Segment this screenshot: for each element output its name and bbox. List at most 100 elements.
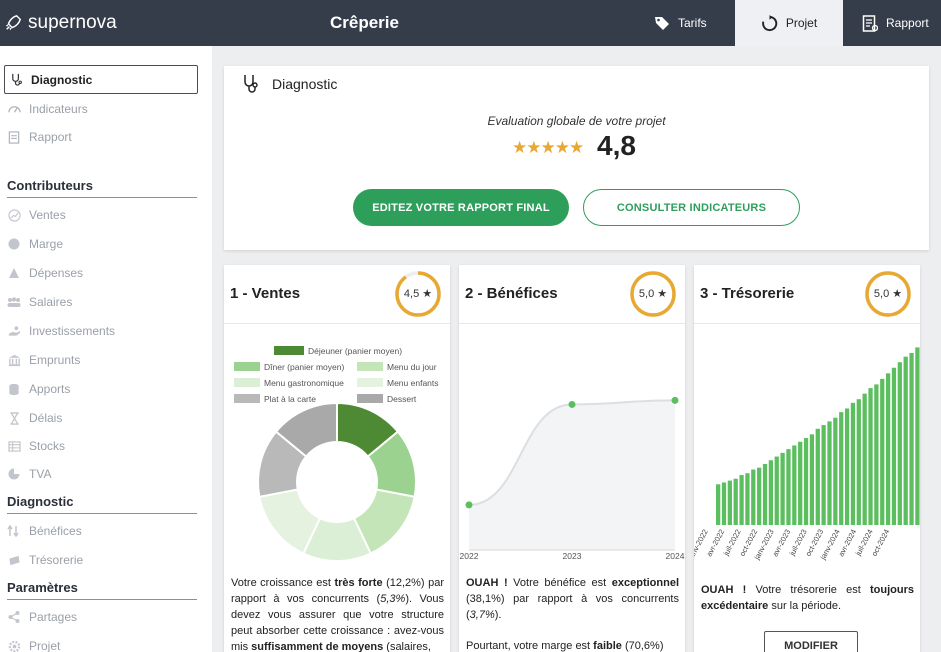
sidebar-item-projet[interactable]: Projet <box>7 636 60 652</box>
sidebar-item-label: Ventes <box>29 208 66 222</box>
sidebar-item-label: Projet <box>29 639 61 652</box>
tresorerie-card-header: 3 - Trésorerie 5,0 ★ <box>694 265 920 324</box>
share-icon <box>7 610 21 624</box>
rocket-icon <box>5 15 21 31</box>
rich-text: Votre croissance est très forte (12,2%) … <box>231 577 444 652</box>
sidebar-item-indicateurs[interactable]: Indicateurs <box>7 99 88 119</box>
sidebar-item-diagnostic[interactable]: Diagnostic <box>4 65 198 94</box>
legend-swatch <box>274 346 304 355</box>
benefices-card-header: 2 - Bénéfices 5,0 ★ <box>459 265 685 324</box>
legend-swatch <box>234 362 260 371</box>
sidebar-item-partages[interactable]: Partages <box>7 607 77 627</box>
sidebar-item-rapport[interactable]: Rapport <box>7 127 72 147</box>
x-tick-label: janv-2022 <box>694 528 710 562</box>
bar <box>721 482 727 525</box>
sidebar-item-label: Indicateurs <box>29 102 88 116</box>
sidebar-item-marge[interactable]: Marge <box>7 234 63 254</box>
sidebar-item-investissements[interactable]: Investissements <box>7 321 115 341</box>
stethoscope-icon <box>9 73 23 87</box>
tresorerie-analysis-text: OUAH ! Votre trésorerie est toujours exc… <box>701 582 914 614</box>
ventes-card-header: 1 - Ventes 4,5 ★ <box>224 265 450 324</box>
sidebar-item-label: Rapport <box>29 130 72 144</box>
brand-logo[interactable]: supernova <box>0 8 117 38</box>
sidebar-item-ventes[interactable]: Ventes <box>7 205 66 225</box>
text-run: sur la période. <box>768 600 842 612</box>
section-title-contributeurs: Contributeurs <box>7 178 197 198</box>
sidebar-item-stocks[interactable]: Stocks <box>7 436 65 456</box>
tag-icon <box>655 17 669 30</box>
text-run: (salaires, <box>383 641 431 652</box>
benefices-card: 2 - Bénéfices 5,0 ★ 2022 2023 2024 OUAH ! … <box>459 265 685 652</box>
sidebar-item-depenses[interactable]: Dépenses <box>7 263 83 283</box>
sidebar-item-emprunts[interactable]: Emprunts <box>7 350 80 370</box>
emphasis-text: faible <box>593 640 622 652</box>
cash-bar-chart: janv-2022avr-2022juil-2022oct-2022janv-2… <box>694 347 920 562</box>
pie-icon <box>7 467 21 481</box>
view-indicators-button[interactable]: CONSULTER INDICATEURS <box>583 189 800 226</box>
legend-label: Dessert <box>387 394 417 404</box>
sidebar-item-salaires[interactable]: Salaires <box>7 292 72 312</box>
legend-label: Menu enfants <box>387 378 439 388</box>
report-icon <box>862 14 878 32</box>
sidebar-item-label: Emprunts <box>29 353 81 367</box>
bar <box>909 352 914 525</box>
sidebar-item-label: Marge <box>29 237 64 251</box>
bar <box>856 399 861 525</box>
sidebar-item-label: Salaires <box>29 295 73 309</box>
modify-button[interactable]: MODIFIER <box>764 631 858 652</box>
bar <box>762 463 768 525</box>
sidebar-item-label: Bénéfices <box>29 524 82 538</box>
tab-tarifs[interactable]: Tarifs <box>654 0 707 46</box>
sidebar-item-tva[interactable]: TVA <box>7 464 51 484</box>
text-run: Pourtant, votre marge est <box>466 640 594 652</box>
updown-arrows-icon <box>7 524 21 538</box>
text-run: Votre croissance est <box>231 577 335 589</box>
edit-final-report-button[interactable]: EDITEZ VOTRE RAPPORT FINAL <box>353 189 569 226</box>
diagnostic-card: Diagnostic Evaluation globale de votre p… <box>224 66 929 250</box>
tresorerie-score-label: 5,0 ★ <box>873 288 903 300</box>
bar <box>874 384 879 525</box>
emphasis-text: OUAH ! <box>466 577 508 589</box>
bar <box>803 438 809 525</box>
legend-swatch <box>357 362 383 371</box>
bank-icon <box>7 353 21 367</box>
gauge-icon <box>7 102 21 116</box>
x-tick-label: 2024 <box>666 551 685 561</box>
brand-name: supernova <box>28 12 117 33</box>
stethoscope-icon <box>244 75 258 93</box>
profit-line-chart: 2022 2023 2024 <box>460 396 685 561</box>
bar <box>798 441 803 525</box>
bar <box>891 367 897 525</box>
benefices-analysis-text-2: Pourtant, votre marge est faible (70,6%) <box>466 638 679 652</box>
bar <box>880 378 885 525</box>
data-point <box>465 501 473 509</box>
bar <box>897 362 902 525</box>
rich-text: Pourtant, votre marge est faible (70,6%) <box>466 640 663 652</box>
sidebar-item-tresorerie[interactable]: Trésorerie <box>7 550 83 570</box>
ventes-score-label: 4,5 ★ <box>403 288 433 300</box>
tab-rapport[interactable]: Rapport <box>862 0 929 46</box>
bar <box>821 425 826 525</box>
text-run: Votre trésorerie est <box>746 584 870 596</box>
bar <box>844 408 850 525</box>
rating-stars: ★★★★★ <box>512 138 584 157</box>
pie-icon <box>7 237 21 251</box>
diagnostic-header: Diagnostic <box>242 74 337 94</box>
legend-label: Plat à la carte <box>264 394 316 404</box>
money-icon <box>7 553 21 567</box>
area-fill <box>469 400 675 550</box>
text-run: (70,6%) <box>621 640 664 652</box>
project-title: Crêperie <box>330 13 399 32</box>
benefices-analysis-text: OUAH ! Votre bénéfice est exceptionnel (… <box>466 575 679 623</box>
legend-label: Menu du jour <box>387 362 437 372</box>
bar <box>839 412 844 525</box>
text-run: ). <box>494 609 502 621</box>
sidebar-item-delais[interactable]: Délais <box>7 408 62 428</box>
sidebar-item-label: Apports <box>29 382 71 396</box>
sidebar-item-benefices[interactable]: Bénéfices <box>7 521 82 541</box>
hand-coin-icon <box>7 324 21 338</box>
section-title-diagnostic: Diagnostic <box>7 494 197 514</box>
bar <box>868 388 873 525</box>
tab-projet[interactable]: Projet <box>735 0 843 46</box>
sidebar-item-apports[interactable]: Apports <box>7 379 70 399</box>
